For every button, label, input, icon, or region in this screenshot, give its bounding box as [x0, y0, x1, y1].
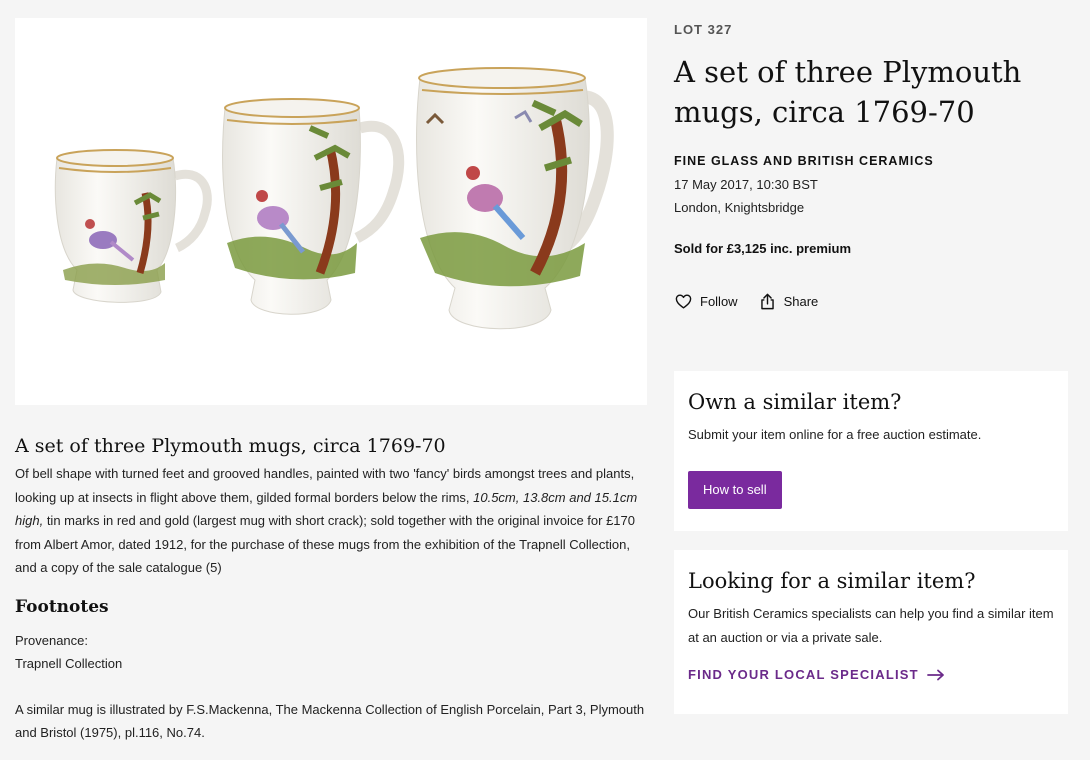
provenance: Provenance: Trapnell Collection — [15, 629, 645, 675]
sale-location: London, Knightsbridge — [674, 200, 805, 215]
footnotes-title: Footnotes — [15, 596, 109, 617]
looking-similar-card: Looking for a similar item? Our British … — [674, 550, 1068, 714]
mugs-illustration — [54, 67, 614, 330]
sale-department-link[interactable]: FINE GLASS AND BRITISH CERAMICS — [674, 154, 934, 168]
description-title: A set of three Plymouth mugs, circa 1769… — [15, 435, 446, 457]
share-icon — [758, 292, 777, 311]
lot-description: A set of three Plymouth mugs, circa 1769… — [15, 432, 645, 744]
lot-title: A set of three Plymouth mugs, circa 1769… — [674, 55, 1022, 129]
lot-number: LOT 327 — [674, 22, 733, 37]
follow-button[interactable]: Follow — [674, 292, 738, 311]
medium-mug — [222, 98, 405, 315]
arrow-right-icon — [926, 669, 945, 681]
share-label: Share — [783, 294, 819, 309]
description-text-2: tin marks in red and gold (largest mug w… — [15, 513, 635, 575]
own-similar-text: Submit your item online for a free aucti… — [688, 427, 982, 442]
find-specialist-link[interactable]: FIND YOUR LOCAL SPECIALIST — [688, 667, 1054, 682]
description-body: Of bell shape with turned feet and groov… — [15, 462, 645, 580]
follow-label: Follow — [700, 294, 738, 309]
looking-similar-text: Our British Ceramics specialists can hel… — [688, 606, 1054, 645]
small-mug — [54, 149, 212, 303]
find-specialist-label: FIND YOUR LOCAL SPECIALIST — [688, 667, 919, 682]
sold-price: Sold for £3,125 inc. premium — [674, 241, 851, 256]
lot-actions: Follow Share — [674, 292, 818, 311]
share-button[interactable]: Share — [758, 292, 819, 311]
sale-date: 17 May 2017, 10:30 BST — [674, 177, 818, 192]
heart-icon — [674, 292, 693, 311]
how-to-sell-button[interactable]: How to sell — [688, 471, 782, 509]
own-similar-card: Own a similar item? Submit your item onl… — [674, 371, 1068, 531]
lot-image[interactable] — [15, 18, 647, 405]
provenance-label: Provenance: — [15, 632, 88, 648]
looking-similar-title: Looking for a similar item? — [688, 569, 976, 593]
large-mug — [416, 67, 614, 330]
provenance-value: Trapnell Collection — [15, 655, 123, 671]
own-similar-title: Own a similar item? — [688, 390, 902, 414]
footnote-reference: A similar mug is illustrated by F.S.Mack… — [15, 701, 645, 740]
